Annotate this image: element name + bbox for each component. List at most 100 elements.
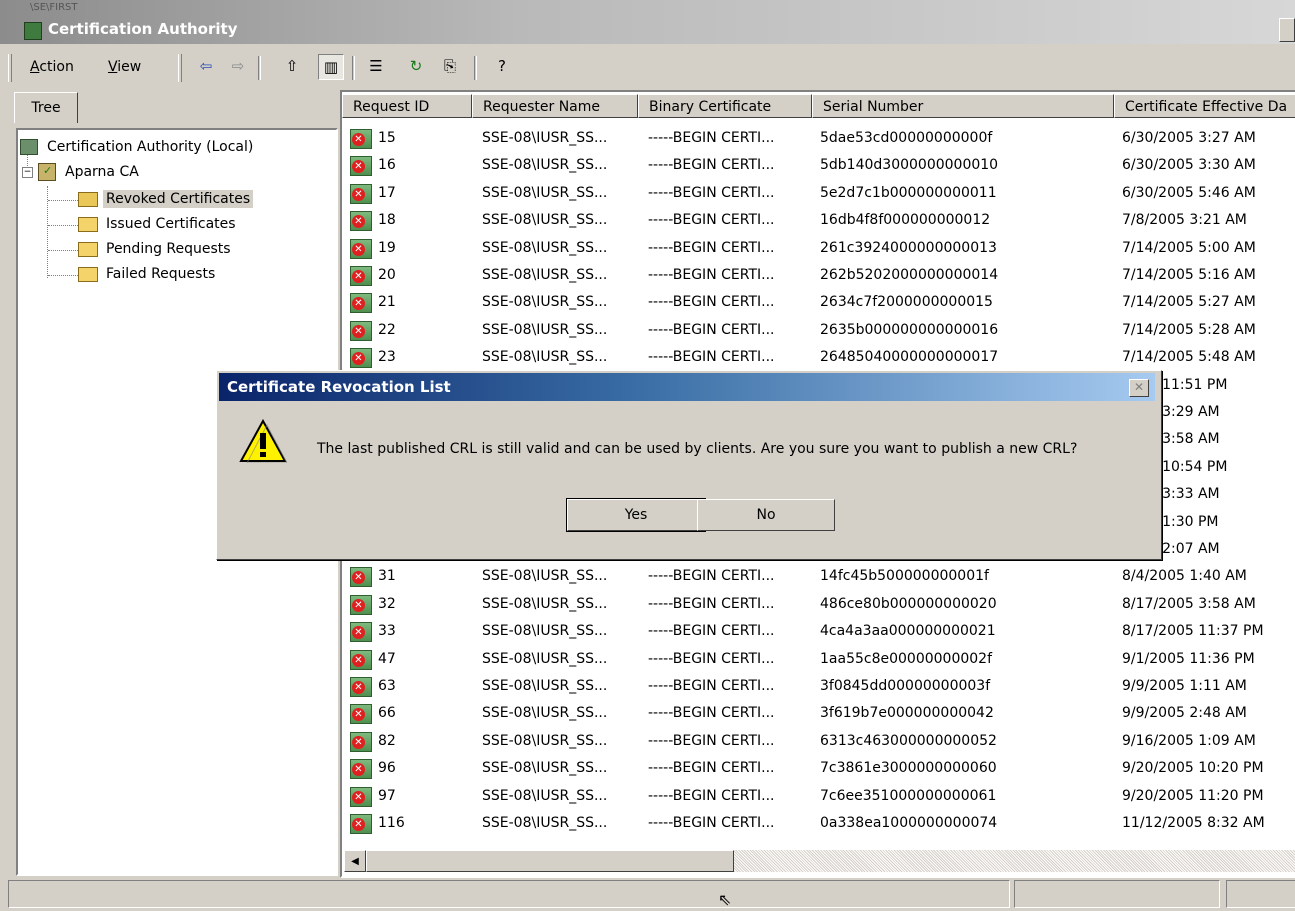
export-list-icon[interactable]: ⎘	[438, 54, 462, 78]
cell-binary: -----BEGIN CERTI...	[648, 568, 775, 585]
column-header-request-id[interactable]: Request ID	[342, 94, 472, 118]
status-cell-2	[1014, 880, 1220, 908]
horizontal-scrollbar[interactable]: ◀	[344, 850, 1295, 872]
table-row[interactable]: 23 SSE-08\IUSR_SS... -----BEGIN CERTI... 26…	[342, 345, 1295, 372]
properties-icon[interactable]: ☰	[364, 54, 388, 78]
yes-button[interactable]: Yes	[566, 498, 706, 532]
up-folder-icon[interactable]: ⇧	[280, 54, 304, 78]
cell-id: 16	[378, 157, 396, 174]
tree-node-root[interactable]: Certification Authority (Local)	[20, 136, 256, 158]
cell-effective: 7/14/2005 5:16 AM	[1122, 267, 1256, 283]
cell-effective: 9/20/2005 11:20 PM	[1122, 787, 1264, 804]
table-row[interactable]: 96 SSE-08\IUSR_SS... -----BEGIN CERTI... 7c…	[342, 756, 1295, 783]
collapse-icon[interactable]: −	[22, 167, 33, 178]
table-row[interactable]: 32 SSE-08\IUSR_SS... -----BEGIN CERTI... 48…	[342, 592, 1295, 619]
certification-authority-icon	[24, 22, 42, 40]
cell-effective: 7/14/2005 5:28 AM	[1122, 321, 1256, 338]
table-row[interactable]: 20 SSE-08\IUSR_SS... -----BEGIN CERTI... 26…	[342, 263, 1295, 290]
cell-serial: 5e2d7c1b000000000011	[820, 184, 997, 201]
table-row[interactable]: 22 SSE-08\IUSR_SS... -----BEGIN CERTI... 26…	[342, 318, 1295, 345]
revoked-certificate-icon	[350, 677, 372, 697]
cell-serial: 262b5202000000000014	[820, 267, 999, 283]
revoked-certificate-icon	[350, 211, 372, 232]
table-row[interactable]: 15 SSE-08\IUSR_SS... -----BEGIN CERTI... 5d…	[342, 126, 1295, 153]
window-title: Certification Authority	[48, 20, 238, 38]
back-arrow-icon[interactable]: ⇦	[194, 54, 218, 78]
tree-node-issued-certificates[interactable]: Issued Certificates	[78, 213, 239, 235]
revoked-certificate-icon	[350, 293, 372, 314]
tree-node-label: Failed Requests	[106, 266, 216, 282]
cell-requester: SSE-08\IUSR_SS...	[482, 130, 608, 146]
show-tree-icon[interactable]: ▥	[318, 54, 344, 80]
cell-serial: 7c6ee351000000000061	[820, 787, 997, 804]
cell-id: 18	[378, 212, 396, 229]
menu-action[interactable]: Action	[30, 59, 74, 75]
cell-requester: SSE-08\IUSR_SS...	[482, 787, 608, 804]
revoked-certificate-icon	[350, 731, 372, 752]
table-row[interactable]: 116 SSE-08\IUSR_SS... -----BEGIN CERTI... 0…	[342, 811, 1295, 838]
column-header-certificate-effective-date[interactable]: Certificate Effective Da	[1114, 94, 1295, 118]
scroll-left-icon[interactable]: ◀	[344, 850, 366, 872]
table-row[interactable]: 31 SSE-08\IUSR_SS... -----BEGIN CERTI... 14…	[342, 564, 1295, 591]
tree-node-ca[interactable]: Aparna CA	[38, 161, 142, 183]
tab-tree[interactable]: Tree	[14, 92, 78, 123]
ca-server-icon	[38, 163, 56, 181]
dialog-title-bar: Certificate Revocation List ✕	[219, 373, 1155, 401]
close-icon[interactable]: ✕	[1129, 379, 1149, 397]
cell-effective: 9/9/2005 1:11 AM	[1122, 678, 1247, 694]
scrollbar-thumb[interactable]	[366, 850, 734, 872]
table-row[interactable]: 16 SSE-08\IUSR_SS... -----BEGIN CERTI... 5d…	[342, 153, 1295, 180]
forward-arrow-icon[interactable]: ⇨	[226, 54, 250, 78]
table-row[interactable]: 18 SSE-08\IUSR_SS... -----BEGIN CERTI... 16…	[342, 208, 1295, 235]
menu-action-post: ction	[39, 59, 74, 75]
cell-serial: 4ca4a3aa000000000021	[820, 623, 996, 640]
yes-button-label: Yes	[624, 507, 648, 523]
no-button[interactable]: No	[697, 499, 835, 531]
tree-node-failed-requests[interactable]: Failed Requests	[78, 263, 218, 285]
cell-serial: 3f0845dd00000000003f	[820, 678, 991, 694]
menu-view[interactable]: View	[108, 59, 141, 75]
toolbar-separator-2	[352, 56, 355, 80]
tree-node-label: Revoked Certificates	[103, 190, 254, 208]
cell-requester: SSE-08\IUSR_SS...	[482, 321, 608, 338]
cell-id: 20	[378, 267, 396, 283]
table-row[interactable]: 17 SSE-08\IUSR_SS... -----BEGIN CERTI... 5e…	[342, 181, 1295, 208]
table-row[interactable]: 33 SSE-08\IUSR_SS... -----BEGIN CERTI... 4c…	[342, 619, 1295, 646]
help-icon[interactable]: ?	[490, 54, 514, 78]
tree-node-revoked-certificates[interactable]: Revoked Certificates	[78, 188, 254, 210]
cell-effective: 8/17/2005 3:58 AM	[1122, 595, 1256, 612]
refresh-icon[interactable]: ↻	[404, 54, 428, 78]
cell-id: 96	[378, 760, 396, 777]
cell-id: 97	[378, 787, 396, 804]
table-row[interactable]: 21 SSE-08\IUSR_SS... -----BEGIN CERTI... 26…	[342, 290, 1295, 317]
cell-serial: 3f619b7e000000000042	[820, 705, 994, 722]
cell-requester: SSE-08\IUSR_SS...	[482, 212, 608, 229]
revoked-certificate-icon	[350, 156, 372, 177]
menu-view-post: iew	[117, 59, 142, 75]
toolbar-grip-2[interactable]	[178, 54, 182, 82]
table-row[interactable]: 19 SSE-08\IUSR_SS... -----BEGIN CERTI... 26…	[342, 236, 1295, 263]
cell-serial: 0a338ea1000000000074	[820, 815, 998, 831]
cell-effective: 11/12/2005 8:32 AM	[1122, 815, 1265, 831]
cell-binary: -----BEGIN CERTI...	[648, 294, 775, 311]
table-row[interactable]: 82 SSE-08\IUSR_SS... -----BEGIN CERTI... 63…	[342, 729, 1295, 756]
table-row[interactable]: 97 SSE-08\IUSR_SS... -----BEGIN CERTI... 7c…	[342, 784, 1295, 811]
column-header-serial-number[interactable]: Serial Number	[812, 94, 1114, 118]
toolbar-separator-3	[474, 56, 477, 80]
cell-binary: -----BEGIN CERTI...	[648, 321, 775, 338]
toolbar-grip[interactable]	[8, 54, 12, 82]
table-row[interactable]: 63 SSE-08\IUSR_SS... -----BEGIN CERTI... 3f…	[342, 674, 1295, 701]
cell-binary: -----BEGIN CERTI...	[648, 239, 775, 256]
revoked-certificate-icon	[350, 183, 372, 204]
folder-icon	[78, 266, 98, 282]
column-header-binary-certificate[interactable]: Binary Certificate	[638, 94, 812, 118]
table-row[interactable]: 66 SSE-08\IUSR_SS... -----BEGIN CERTI... 3f…	[342, 701, 1295, 728]
revoked-certificate-icon	[350, 649, 372, 670]
tree-node-label: Issued Certificates	[106, 216, 236, 232]
tree-line	[48, 250, 78, 251]
table-row[interactable]: 47 SSE-08\IUSR_SS... -----BEGIN CERTI... 1a…	[342, 647, 1295, 674]
tree-node-pending-requests[interactable]: Pending Requests	[78, 238, 234, 260]
minimize-button[interactable]	[1279, 18, 1295, 42]
cell-binary: -----BEGIN CERTI...	[648, 157, 775, 174]
column-header-requester-name[interactable]: Requester Name	[472, 94, 638, 118]
